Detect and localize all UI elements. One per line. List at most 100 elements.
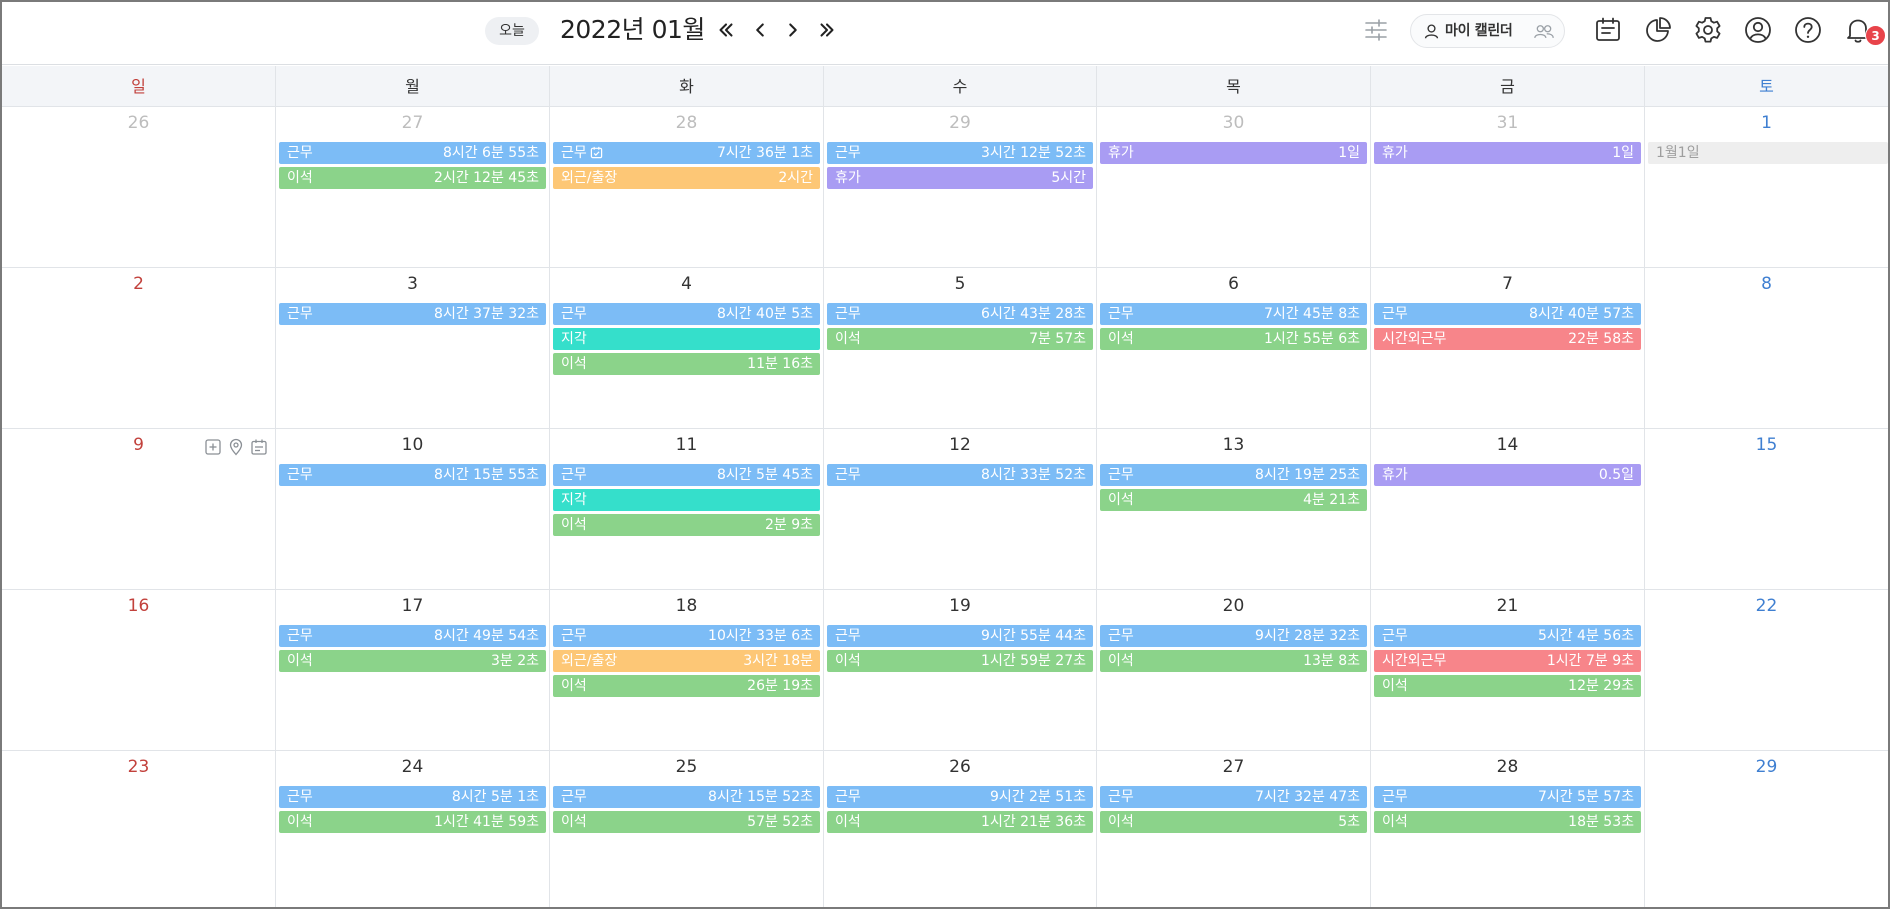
away-event[interactable]: 이석 1시간 41분 59초 <box>279 811 546 833</box>
work-event[interactable]: 근무 8시간 6분 55초 <box>279 142 546 164</box>
statistics-button[interactable] <box>1641 13 1675 47</box>
work-event[interactable]: 근무 7시간 5분 57초 <box>1374 786 1641 808</box>
next-month-button[interactable] <box>779 14 807 46</box>
away-event[interactable]: 이석 1시간 55분 6초 <box>1100 328 1367 350</box>
work-event[interactable]: 근무 7시간 45분 8초 <box>1100 303 1367 325</box>
day-cell[interactable]: 30 휴가 1일 <box>1097 107 1371 267</box>
late-event[interactable]: 지각 <box>553 489 820 511</box>
day-cell[interactable]: 26 <box>2 107 276 267</box>
day-cell[interactable]: 29 <box>1645 751 1888 907</box>
day-cell[interactable]: 11 근무 8시간 5분 45초 지각 이석 2분 9초 <box>550 429 824 589</box>
work-event[interactable]: 근무 8시간 19분 25초 <box>1100 464 1367 486</box>
prev-year-button[interactable] <box>712 14 740 46</box>
day-cell[interactable]: 1 1월1일 <box>1645 107 1888 267</box>
day-cell[interactable]: 17 근무 8시간 49분 54초 이석 3분 2초 <box>276 590 550 750</box>
holiday-event[interactable]: 1월1일 <box>1648 142 1888 164</box>
work-event[interactable]: 근무 8시간 15분 52초 <box>553 786 820 808</box>
day-cell[interactable]: 22 <box>1645 590 1888 750</box>
day-cell[interactable]: 23 <box>2 751 276 907</box>
prev-month-button[interactable] <box>746 14 774 46</box>
away-event[interactable]: 이석 3분 2초 <box>279 650 546 672</box>
leave-event[interactable]: 휴가 1일 <box>1100 142 1367 164</box>
day-cell[interactable]: 13 근무 8시간 19분 25초 이석 4분 21초 <box>1097 429 1371 589</box>
day-cell[interactable]: 4 근무 8시간 40분 5초 지각 이석 11분 16초 <box>550 268 824 428</box>
account-button[interactable] <box>1741 13 1775 47</box>
day-cell[interactable]: 27 근무 7시간 32분 47초 이석 5초 <box>1097 751 1371 907</box>
away-event[interactable]: 이석 7분 57초 <box>827 328 1093 350</box>
day-cell[interactable]: 20 근무 9시간 28분 32초 이석 13분 8초 <box>1097 590 1371 750</box>
schedule-button[interactable] <box>249 437 269 457</box>
day-cell[interactable]: 26 근무 9시간 2분 51초 이석 1시간 21분 36초 <box>824 751 1097 907</box>
day-cell[interactable]: 15 <box>1645 429 1888 589</box>
day-cell[interactable]: 7 근무 8시간 40분 57초 시간외근무 22분 58초 <box>1371 268 1645 428</box>
away-event[interactable]: 이석 13분 8초 <box>1100 650 1367 672</box>
day-cell[interactable]: 24 근무 8시간 5분 1초 이석 1시간 41분 59초 <box>276 751 550 907</box>
day-cell[interactable]: 19 근무 9시간 55분 44초 이석 1시간 59분 27초 <box>824 590 1097 750</box>
away-event[interactable]: 이석 26분 19초 <box>553 675 820 697</box>
day-cell[interactable]: 14 휴가 0.5일 <box>1371 429 1645 589</box>
away-event[interactable]: 이석 57분 52초 <box>553 811 820 833</box>
work-event[interactable]: 근무 10시간 33분 6초 <box>553 625 820 647</box>
schedule-list-button[interactable] <box>1591 13 1625 47</box>
away-event[interactable]: 이석 4분 21초 <box>1100 489 1367 511</box>
add-event-button[interactable] <box>203 437 223 457</box>
away-event[interactable]: 이석 1시간 21분 36초 <box>827 811 1093 833</box>
away-event[interactable]: 이석 2분 9초 <box>553 514 820 536</box>
day-cell[interactable]: 12 근무 8시간 33분 52초 <box>824 429 1097 589</box>
work-event[interactable]: 근무 8시간 49분 54초 <box>279 625 546 647</box>
my-calendar-toggle[interactable]: 마이 캘린더 <box>1410 14 1565 48</box>
away-event[interactable]: 이석 2시간 12분 45초 <box>279 167 546 189</box>
late-event[interactable]: 지각 <box>553 328 820 350</box>
outside-event[interactable]: 외근/출장 2시간 <box>553 167 820 189</box>
day-cell[interactable]: 21 근무 5시간 4분 56초 시간외근무 1시간 7분 9초 이석 12분 29초 <box>1371 590 1645 750</box>
work-event[interactable]: 근무 9시간 2분 51초 <box>827 786 1093 808</box>
away-event[interactable]: 이석 11분 16초 <box>553 353 820 375</box>
settings-button[interactable] <box>1691 13 1725 47</box>
today-button[interactable]: 오늘 <box>485 17 539 45</box>
day-cell[interactable]: 28 근무 7시간 5분 57초 이석 18분 53초 <box>1371 751 1645 907</box>
day-cell[interactable]: 8 <box>1645 268 1888 428</box>
work-event[interactable]: 근무 6시간 43분 28초 <box>827 303 1093 325</box>
day-cell[interactable]: 6 근무 7시간 45분 8초 이석 1시간 55분 6초 <box>1097 268 1371 428</box>
day-cell[interactable]: 27 근무 8시간 6분 55초 이석 2시간 12분 45초 <box>276 107 550 267</box>
work-event[interactable]: 근무 9시간 28분 32초 <box>1100 625 1367 647</box>
day-cell[interactable]: 5 근무 6시간 43분 28초 이석 7분 57초 <box>824 268 1097 428</box>
away-event[interactable]: 이석 1시간 59분 27초 <box>827 650 1093 672</box>
away-event[interactable]: 이석 5초 <box>1100 811 1367 833</box>
work-event[interactable]: 근무 8시간 5분 45초 <box>553 464 820 486</box>
day-cell[interactable]: 10 근무 8시간 15분 55초 <box>276 429 550 589</box>
day-cell[interactable]: 9 <box>2 429 276 589</box>
work-event[interactable]: 근무 9시간 55분 44초 <box>827 625 1093 647</box>
day-cell[interactable]: 31 휴가 1일 <box>1371 107 1645 267</box>
work-event[interactable]: 근무 3시간 12분 52초 <box>827 142 1093 164</box>
overtime-event[interactable]: 시간외근무 22분 58초 <box>1374 328 1641 350</box>
work-event[interactable]: 근무 8시간 15분 55초 <box>279 464 546 486</box>
next-year-button[interactable] <box>813 14 841 46</box>
work-event[interactable]: 근무 8시간 33분 52초 <box>827 464 1093 486</box>
work-event[interactable]: 근무 8시간 40분 5초 <box>553 303 820 325</box>
leave-event[interactable]: 휴가 5시간 <box>827 167 1093 189</box>
work-event[interactable]: 근무 8시간 5분 1초 <box>279 786 546 808</box>
outside-event[interactable]: 외근/출장 3시간 18분 <box>553 650 820 672</box>
away-event[interactable]: 이석 12분 29초 <box>1374 675 1641 697</box>
day-cell[interactable]: 16 <box>2 590 276 750</box>
day-cell[interactable]: 18 근무 10시간 33분 6초 외근/출장 3시간 18분 이석 26분 19초 <box>550 590 824 750</box>
work-event[interactable]: 근무 8시간 40분 57초 <box>1374 303 1641 325</box>
work-event[interactable]: 근무 8시간 37분 32초 <box>279 303 546 325</box>
day-cell[interactable]: 28 근무 7시간 36분 1초 외근/출장 2시간 <box>550 107 824 267</box>
work-event[interactable]: 근무 5시간 4분 56초 <box>1374 625 1641 647</box>
day-cell[interactable]: 3 근무 8시간 37분 32초 <box>276 268 550 428</box>
day-cell[interactable]: 29 근무 3시간 12분 52초 휴가 5시간 <box>824 107 1097 267</box>
event-label: 이석 <box>835 328 861 350</box>
overtime-event[interactable]: 시간외근무 1시간 7분 9초 <box>1374 650 1641 672</box>
day-cell[interactable]: 2 <box>2 268 276 428</box>
leave-event[interactable]: 휴가 1일 <box>1374 142 1641 164</box>
work-event[interactable]: 근무 7시간 36분 1초 <box>553 142 820 164</box>
leave-event[interactable]: 휴가 0.5일 <box>1374 464 1641 486</box>
work-event[interactable]: 근무 7시간 32분 47초 <box>1100 786 1367 808</box>
help-button[interactable] <box>1791 13 1825 47</box>
filter-button[interactable] <box>1359 13 1393 47</box>
away-event[interactable]: 이석 18분 53초 <box>1374 811 1641 833</box>
day-cell[interactable]: 25 근무 8시간 15분 52초 이석 57분 52초 <box>550 751 824 907</box>
location-button[interactable] <box>226 437 246 457</box>
